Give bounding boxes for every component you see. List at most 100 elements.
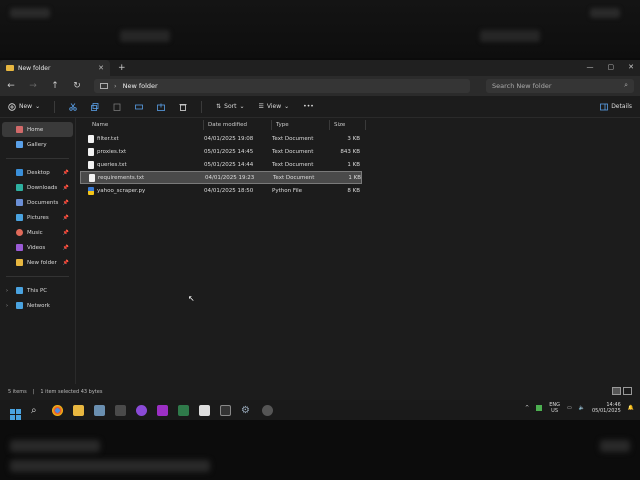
file-date: 05/01/2025 14:44 xyxy=(204,161,254,168)
chrome-icon[interactable] xyxy=(52,404,63,416)
sidebar-item-label: Home xyxy=(27,126,44,133)
sidebar-item-pictures[interactable]: Pictures 📌 xyxy=(0,210,75,225)
column-header-date[interactable]: Date modified xyxy=(204,120,272,130)
table-row[interactable]: yahoo_scraper.py 04/01/2025 18:50 Python… xyxy=(80,184,362,197)
text-file-icon xyxy=(88,147,94,156)
system-tray: ^ ENG US ▭ 🔈 14:46 05/01/2025 🔔 xyxy=(525,402,634,414)
app-icon[interactable] xyxy=(178,404,189,416)
expand-chevron-icon[interactable]: › xyxy=(6,288,8,294)
path-segment[interactable]: New folder xyxy=(123,82,158,90)
file-date: 04/01/2025 19:23 xyxy=(205,174,255,181)
sidebar-item-documents[interactable]: Documents 📌 xyxy=(0,195,75,210)
app-icon[interactable] xyxy=(262,404,273,416)
sidebar-item-desktop[interactable]: Desktop 📌 xyxy=(0,165,75,180)
more-options-button[interactable]: ••• xyxy=(303,103,314,110)
file-date: 04/01/2025 19:08 xyxy=(204,135,254,142)
tray-chevron-icon[interactable]: ^ xyxy=(525,405,529,411)
pin-icon[interactable]: 📌 xyxy=(63,200,69,206)
taskbar: ⌕ ⚙ ^ ENG US ▭ 🔈 14:46 05/01/2025 🔔 xyxy=(0,400,640,420)
column-header-row: Name Date modified Type Size xyxy=(76,118,640,132)
details-view-button[interactable] xyxy=(612,387,621,395)
view-toggle xyxy=(612,387,632,395)
clock[interactable]: 14:46 05/01/2025 xyxy=(592,402,621,414)
app-icon[interactable] xyxy=(199,404,210,416)
pin-icon[interactable]: 📌 xyxy=(63,185,69,191)
back-button[interactable]: ← xyxy=(6,81,16,91)
network-icon[interactable]: ▭ xyxy=(567,405,572,411)
forward-button[interactable]: → xyxy=(28,81,38,91)
path-chevron-icon: › xyxy=(114,82,117,90)
app-icon[interactable] xyxy=(157,404,168,416)
up-button[interactable]: ↑ xyxy=(50,81,60,91)
monitor-icon xyxy=(100,82,108,89)
sidebar-item-home[interactable]: Home xyxy=(2,122,73,137)
language-indicator[interactable]: ENG US xyxy=(549,402,560,414)
settings-icon[interactable]: ⚙ xyxy=(241,405,252,416)
maximize-button[interactable]: ▢ xyxy=(608,63,615,71)
app-icon[interactable] xyxy=(115,404,126,416)
column-header-name[interactable]: Name xyxy=(88,120,204,130)
pin-icon[interactable]: 📌 xyxy=(63,260,69,266)
table-row[interactable]: proxies.txt 05/01/2025 14:45 Text Docume… xyxy=(80,145,362,158)
delete-icon[interactable] xyxy=(179,103,187,111)
pin-icon[interactable]: 📌 xyxy=(63,170,69,176)
text-file-icon xyxy=(89,173,95,182)
blurred-region xyxy=(10,440,100,452)
file-size: 8 KB xyxy=(347,187,360,194)
copy-icon[interactable] xyxy=(91,102,99,111)
app-icon[interactable] xyxy=(136,404,147,416)
sidebar-item-this-pc[interactable]: › This PC xyxy=(0,283,75,298)
table-row-selected[interactable]: requirements.txt 04/01/2025 19:23 Text D… xyxy=(80,171,362,184)
sidebar-item-network[interactable]: › Network xyxy=(0,298,75,313)
refresh-button[interactable]: ↻ xyxy=(72,81,82,91)
sidebar-item-new-folder[interactable]: New folder 📌 xyxy=(0,255,75,270)
tiles-view-button[interactable] xyxy=(623,387,632,395)
table-row[interactable]: queries.txt 05/01/2025 14:44 Text Docume… xyxy=(80,158,362,171)
pin-icon[interactable]: 📌 xyxy=(63,245,69,251)
paste-icon[interactable] xyxy=(113,103,121,111)
sidebar-item-downloads[interactable]: Downloads 📌 xyxy=(0,180,75,195)
file-explorer-icon[interactable] xyxy=(73,404,84,416)
share-icon[interactable] xyxy=(157,103,166,111)
volume-icon[interactable]: 🔈 xyxy=(579,405,585,411)
close-button[interactable]: ✕ xyxy=(628,63,634,71)
cut-icon[interactable] xyxy=(69,102,77,111)
notification-icon[interactable]: 🔔 xyxy=(628,405,634,411)
sidebar-item-music[interactable]: Music 📌 xyxy=(0,225,75,240)
downloads-icon xyxy=(16,184,23,191)
new-tab-button[interactable]: + xyxy=(118,63,126,73)
text-file-icon xyxy=(88,160,94,169)
minimize-button[interactable]: — xyxy=(587,63,594,71)
blurred-region xyxy=(10,460,210,472)
new-button[interactable]: New ⌄ xyxy=(8,102,40,111)
column-label: Type xyxy=(276,122,289,128)
sort-icon: ⇅ xyxy=(216,103,222,110)
sidebar-item-gallery[interactable]: Gallery xyxy=(0,137,75,152)
app-icon[interactable] xyxy=(94,404,105,416)
start-icon[interactable] xyxy=(10,405,21,420)
details-pane-icon xyxy=(600,103,609,110)
search-input[interactable]: Search New folder ⌕ xyxy=(486,79,634,93)
address-field[interactable]: › New folder xyxy=(94,79,470,93)
tab-new-folder[interactable]: New folder ✕ xyxy=(0,60,110,76)
blurred-region xyxy=(590,8,620,18)
rename-icon[interactable] xyxy=(135,103,144,111)
details-button[interactable]: Details xyxy=(600,103,632,111)
search-icon[interactable]: ⌕ xyxy=(31,405,42,416)
documents-icon xyxy=(16,199,23,206)
tray-app-icon[interactable] xyxy=(536,405,543,411)
music-icon xyxy=(16,229,23,236)
column-header-size[interactable]: Size xyxy=(330,120,366,130)
table-row[interactable]: filter.txt 04/01/2025 19:08 Text Documen… xyxy=(80,132,362,145)
sort-button[interactable]: ⇅ Sort ⌄ xyxy=(216,103,244,110)
pin-icon[interactable]: 📌 xyxy=(63,230,69,236)
view-label: View xyxy=(266,103,282,110)
tab-close-icon[interactable]: ✕ xyxy=(98,64,104,72)
expand-chevron-icon[interactable]: › xyxy=(6,303,8,309)
terminal-icon[interactable] xyxy=(220,404,231,416)
home-icon xyxy=(16,126,23,133)
sidebar-item-videos[interactable]: Videos 📌 xyxy=(0,240,75,255)
column-header-type[interactable]: Type xyxy=(272,120,330,130)
view-button[interactable]: ☰ View ⌄ xyxy=(259,103,290,110)
pin-icon[interactable]: 📌 xyxy=(63,215,69,221)
